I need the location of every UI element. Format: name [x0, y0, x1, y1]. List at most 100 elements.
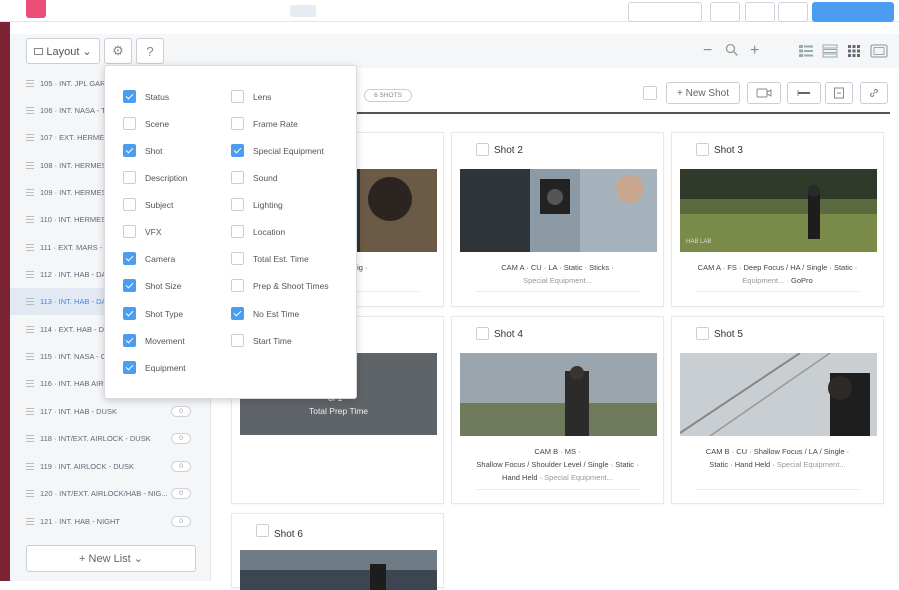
drag-handle-icon[interactable] [26, 107, 34, 114]
checkbox-checked[interactable] [231, 307, 244, 320]
camera-button[interactable] [747, 82, 781, 104]
shot-checkbox[interactable] [476, 143, 489, 156]
field-option-status[interactable]: Status [123, 90, 169, 103]
layout-button[interactable]: Layout ⌄ [26, 38, 100, 64]
shot-checkbox[interactable] [476, 327, 489, 340]
checkbox-checked[interactable] [123, 90, 136, 103]
primary-button[interactable] [812, 2, 894, 22]
top-bar-icon-button[interactable] [778, 2, 808, 22]
top-bar-button[interactable] [628, 2, 702, 22]
field-option-sound[interactable]: Sound [231, 171, 278, 184]
checkbox[interactable] [231, 198, 244, 211]
checkbox-checked[interactable] [123, 361, 136, 374]
field-option-shot-type[interactable]: Shot Type [123, 307, 183, 320]
shot-card[interactable]: Shot 5 CAM B · CU · Shallow Focus / LA /… [671, 316, 884, 504]
shot-checkbox[interactable] [696, 327, 709, 340]
shot-thumbnail[interactable]: HAB LAB [680, 169, 877, 252]
zoom-out-button[interactable]: − [703, 42, 712, 60]
field-option-frame-rate[interactable]: Frame Rate [231, 117, 298, 130]
drag-handle-icon[interactable] [26, 490, 34, 497]
insert-row-button[interactable] [787, 82, 821, 104]
shot-thumbnail[interactable] [460, 169, 657, 252]
checkbox[interactable] [231, 279, 244, 292]
checkbox[interactable] [231, 225, 244, 238]
field-option-special-equipment[interactable]: Special Equipment [231, 144, 324, 157]
drag-handle-icon[interactable] [26, 162, 34, 169]
shot-checkbox[interactable] [696, 143, 709, 156]
top-bar-icon-button[interactable] [710, 2, 740, 22]
shot-thumbnail[interactable] [460, 353, 657, 436]
select-all-checkbox[interactable] [643, 86, 657, 100]
checkbox[interactable] [123, 171, 136, 184]
shot-thumbnail[interactable] [240, 550, 437, 590]
field-option-scene[interactable]: Scene [123, 117, 169, 130]
drag-handle-icon[interactable] [26, 134, 34, 141]
checkbox-checked[interactable] [123, 252, 136, 265]
grid-view-icon[interactable] [846, 44, 862, 58]
checkbox[interactable] [231, 117, 244, 130]
checkbox-checked[interactable] [123, 307, 136, 320]
checkbox-checked[interactable] [123, 144, 136, 157]
drag-handle-icon[interactable] [26, 244, 34, 251]
new-shot-button[interactable]: + New Shot [666, 82, 740, 104]
drag-handle-icon[interactable] [26, 216, 34, 223]
field-option-camera[interactable]: Camera [123, 252, 175, 265]
scene-item[interactable]: 119 · INT. AIRLOCK - DUSK 0 [10, 453, 211, 480]
app-logo[interactable] [26, 0, 46, 18]
field-option-lens[interactable]: Lens [231, 90, 271, 103]
help-button[interactable]: ? [136, 38, 164, 64]
field-option-description[interactable]: Description [123, 171, 188, 184]
shot-checkbox[interactable] [256, 524, 269, 537]
drag-handle-icon[interactable] [26, 80, 34, 87]
field-option-subject[interactable]: Subject [123, 198, 173, 211]
field-option-no-est-time[interactable]: No Est Time [231, 307, 299, 320]
drag-handle-icon[interactable] [26, 298, 34, 305]
field-option-shot[interactable]: Shot [123, 144, 163, 157]
zoom-search-icon[interactable] [725, 43, 739, 57]
page-break-button[interactable] [825, 82, 853, 104]
checkbox[interactable] [231, 334, 244, 347]
checkbox-checked[interactable] [123, 279, 136, 292]
shot-card[interactable]: Shot 2 CAM A · CU · LA · Static · Sticks… [451, 132, 664, 307]
drag-handle-icon[interactable] [26, 380, 34, 387]
drag-handle-icon[interactable] [26, 326, 34, 333]
field-option-lighting[interactable]: Lighting [231, 198, 283, 211]
top-bar-icon-button[interactable] [745, 2, 775, 22]
rows-view-icon[interactable] [822, 44, 838, 58]
shot-card[interactable]: Shot 6 [231, 513, 444, 590]
field-option-start-time[interactable]: Start Time [231, 334, 292, 347]
field-option-equipment[interactable]: Equipment [123, 361, 186, 374]
field-option-shot-size[interactable]: Shot Size [123, 279, 181, 292]
field-option-location[interactable]: Location [231, 225, 285, 238]
drag-handle-icon[interactable] [26, 408, 34, 415]
scene-item[interactable]: 120 · INT/EXT. AIRLOCK/HAB - NIG... 0 [10, 480, 211, 507]
checkbox[interactable] [231, 252, 244, 265]
settings-button[interactable]: ⚙ [104, 38, 132, 64]
zoom-in-button[interactable]: + [750, 42, 759, 60]
scene-item[interactable]: 118 · INT/EXT. AIRLOCK - DUSK 0 [10, 425, 211, 452]
drag-handle-icon[interactable] [26, 271, 34, 278]
new-list-button[interactable]: + New List ⌄ [26, 545, 196, 572]
drag-handle-icon[interactable] [26, 435, 34, 442]
scene-item[interactable]: 117 · INT. HAB - DUSK 0 [10, 398, 211, 425]
drag-handle-icon[interactable] [26, 463, 34, 470]
checkbox[interactable] [231, 90, 244, 103]
drag-handle-icon[interactable] [26, 189, 34, 196]
shot-card[interactable]: Shot 4 CAM B · MS · Shallow Focus / Shou… [451, 316, 664, 504]
field-option-prep-shoot-times[interactable]: Prep & Shoot Times [231, 279, 329, 292]
checkbox[interactable] [123, 117, 136, 130]
drag-handle-icon[interactable] [26, 518, 34, 525]
checkbox[interactable] [231, 171, 244, 184]
field-option-total-est-time[interactable]: Total Est. Time [231, 252, 309, 265]
field-option-vfx[interactable]: VFX [123, 225, 162, 238]
drag-handle-icon[interactable] [26, 353, 34, 360]
field-option-movement[interactable]: Movement [123, 334, 185, 347]
scene-item[interactable]: 121 · INT. HAB - NIGHT 0 [10, 508, 211, 535]
checkbox[interactable] [123, 225, 136, 238]
checkbox-checked[interactable] [123, 334, 136, 347]
share-link-button[interactable] [860, 82, 888, 104]
shot-thumbnail[interactable] [680, 353, 877, 436]
shot-card[interactable]: Shot 3 HAB LAB CAM A · FS · Deep Focus /… [671, 132, 884, 307]
checkbox-checked[interactable] [231, 144, 244, 157]
frame-view-icon[interactable] [870, 44, 888, 58]
